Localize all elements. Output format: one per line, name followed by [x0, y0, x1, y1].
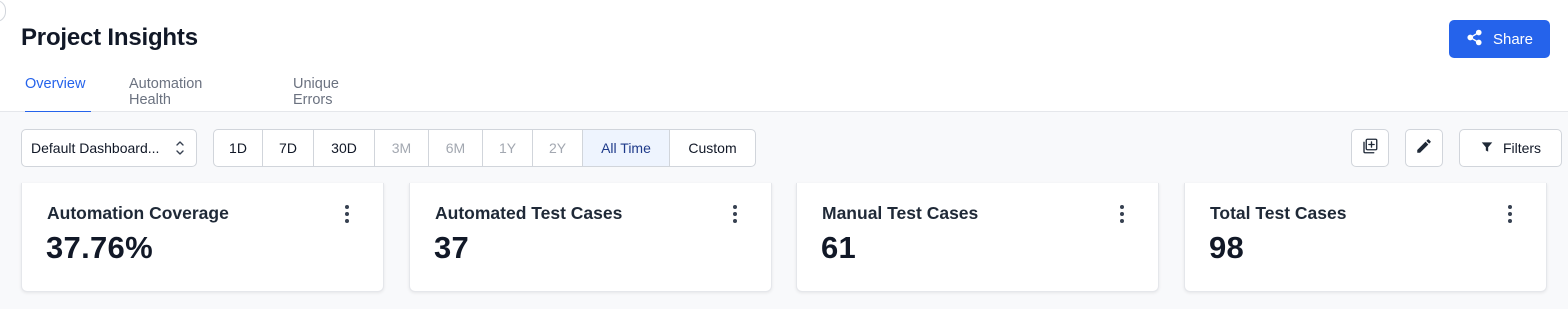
range-6m-button[interactable]: 6M	[429, 130, 483, 166]
more-options-icon[interactable]	[727, 204, 743, 224]
metric-card-automation-coverage: Automation Coverage 37.76%	[21, 183, 384, 292]
tab-overview-label: Overview	[25, 76, 86, 92]
range-1d-button[interactable]: 1D	[214, 130, 263, 166]
tab-unique-errors[interactable]: Unique Errors	[293, 66, 339, 112]
more-options-icon[interactable]	[1114, 204, 1130, 224]
pencil-icon	[1415, 137, 1433, 160]
card-title: Automation Coverage	[47, 203, 229, 223]
range-custom-button[interactable]: Custom	[670, 130, 755, 166]
card-title: Automated Test Cases	[435, 203, 623, 223]
range-30d-button[interactable]: 30D	[314, 130, 375, 166]
page-title: Project Insights	[21, 24, 198, 51]
card-title: Manual Test Cases	[822, 203, 979, 223]
tab-automation-health[interactable]: Automation Health	[129, 66, 202, 112]
range-1y-button[interactable]: 1Y	[483, 130, 533, 166]
filters-button-label: Filters	[1502, 140, 1542, 156]
card-value: 98	[1209, 230, 1245, 265]
range-2y-button[interactable]: 2Y	[533, 130, 583, 166]
card-value: 37	[434, 230, 470, 265]
card-value: 37.76%	[46, 230, 153, 265]
metric-card-manual-test-cases: Manual Test Cases 61	[796, 183, 1159, 292]
tab-overview[interactable]: Overview	[25, 66, 91, 113]
edit-dashboard-button[interactable]	[1405, 129, 1443, 167]
share-button-label: Share	[1492, 30, 1534, 48]
filter-icon	[1480, 140, 1494, 157]
range-3m-button[interactable]: 3M	[375, 130, 429, 166]
metric-card-automated-test-cases: Automated Test Cases 37	[409, 183, 772, 292]
tab-unique-errors-label: Unique Errors	[293, 76, 339, 108]
filters-button[interactable]: Filters	[1459, 129, 1562, 167]
share-icon	[1466, 29, 1483, 50]
page-header: Project Insights Share Overview Automati…	[0, 0, 1568, 113]
metric-card-total-test-cases: Total Test Cases 98	[1184, 183, 1547, 292]
add-widget-icon	[1361, 137, 1379, 160]
chevron-up-down-icon	[175, 139, 185, 157]
share-button[interactable]: Share	[1449, 20, 1550, 58]
range-all-time-button[interactable]: All Time	[583, 130, 670, 166]
time-range-group: 1D 7D 30D 3M 6M 1Y 2Y All Time Custom	[213, 129, 756, 167]
range-7d-button[interactable]: 7D	[263, 130, 314, 166]
card-title: Total Test Cases	[1210, 203, 1347, 223]
sidebar-collapse-handle[interactable]	[0, 0, 6, 22]
tab-automation-health-label: Automation Health	[129, 76, 203, 108]
add-widget-button[interactable]	[1351, 129, 1389, 167]
dashboard-content: Default Dashboard... 1D 7D 30D 3M 6M 1Y …	[0, 112, 1568, 309]
dashboard-select-value: Default Dashboard...	[31, 140, 160, 156]
more-options-icon[interactable]	[1502, 204, 1518, 224]
dashboard-select[interactable]: Default Dashboard...	[21, 129, 197, 167]
more-options-icon[interactable]	[339, 204, 355, 224]
card-value: 61	[821, 230, 857, 265]
